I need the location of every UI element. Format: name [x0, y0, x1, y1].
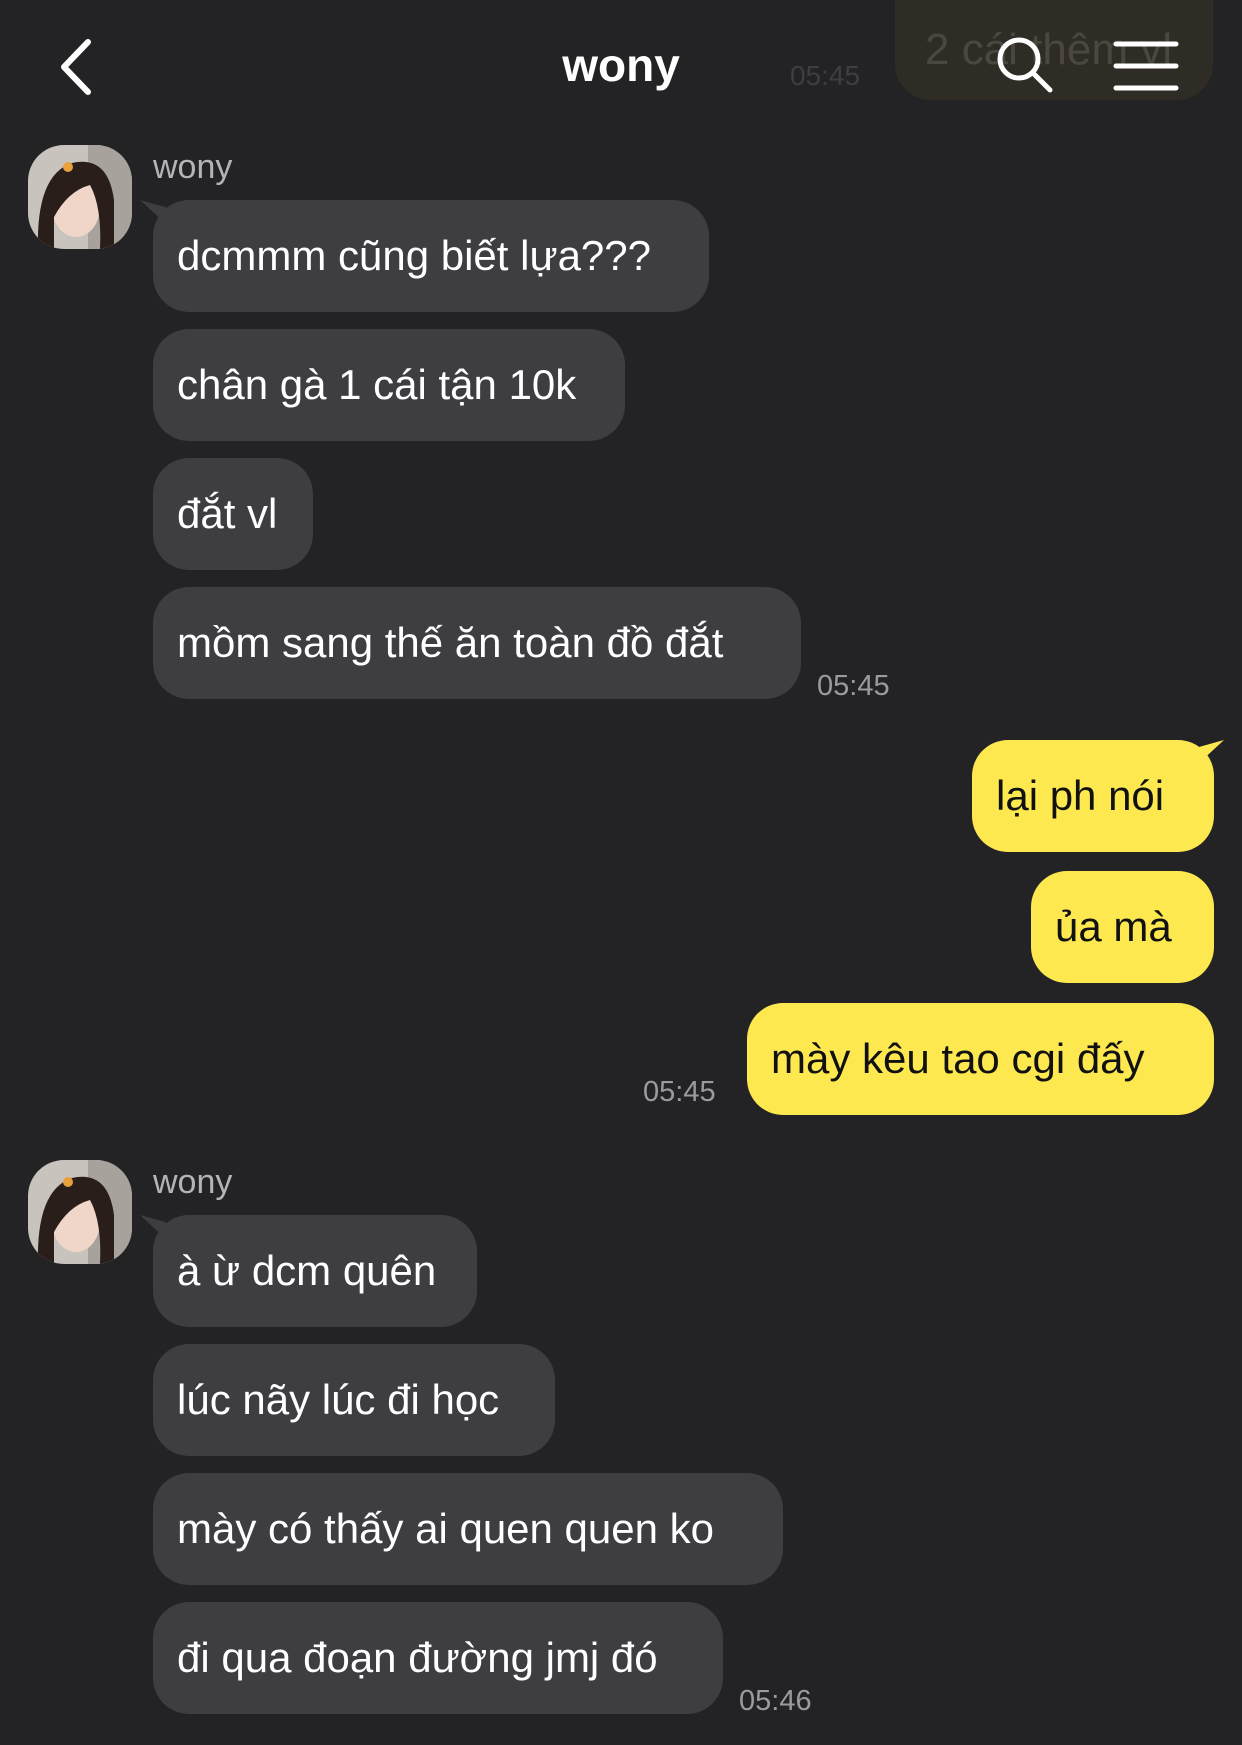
incoming-message[interactable]: mồm sang thế ăn toàn đồ đắt — [153, 587, 801, 699]
sender-name: wony — [153, 1163, 233, 1201]
avatar[interactable] — [28, 1160, 132, 1264]
outgoing-message[interactable]: lại ph nói — [972, 740, 1214, 852]
incoming-message[interactable]: lúc nãy lúc đi học — [153, 1344, 555, 1456]
outgoing-message[interactable]: ủa mà — [1031, 871, 1214, 983]
message-timestamp: 05:46 — [739, 1685, 812, 1717]
incoming-message[interactable]: chân gà 1 cái tận 10k — [153, 329, 625, 441]
search-button[interactable] — [990, 30, 1060, 100]
menu-button[interactable] — [1110, 30, 1182, 102]
message-timestamp: 05:45 — [643, 1076, 716, 1108]
incoming-message[interactable]: à ừ dcm quên — [153, 1215, 477, 1327]
hamburger-menu-icon — [1113, 41, 1179, 91]
incoming-message[interactable]: mày có thấy ai quen quen ko — [153, 1473, 783, 1585]
incoming-message[interactable]: dcmmm cũng biết lựa??? — [153, 200, 709, 312]
message-timestamp: 05:45 — [817, 670, 890, 702]
sender-name: wony — [153, 148, 233, 186]
avatar-image — [28, 145, 132, 249]
avatar-image — [28, 1160, 132, 1264]
chat-header: wony — [0, 0, 1242, 130]
incoming-message[interactable]: đắt vl — [153, 458, 313, 570]
incoming-message[interactable]: đi qua đoạn đường jmj đó — [153, 1602, 723, 1714]
search-icon — [997, 37, 1053, 93]
outgoing-message[interactable]: mày kêu tao cgi đấy — [747, 1003, 1214, 1115]
avatar[interactable] — [28, 145, 132, 249]
